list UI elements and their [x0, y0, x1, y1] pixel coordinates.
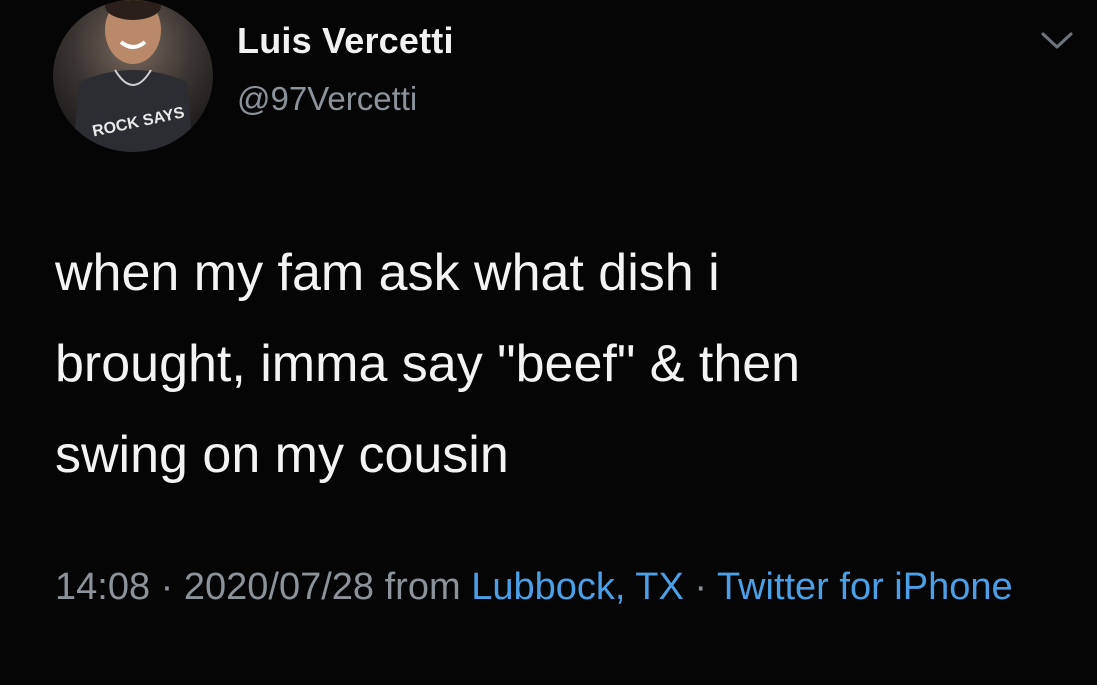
- user-handle[interactable]: @97Vercetti: [237, 80, 417, 118]
- tweet-text: when my fam ask what dish i brought, imm…: [55, 244, 801, 484]
- meta-separator-2: ·: [683, 566, 717, 608]
- tweet-time[interactable]: 14:08: [55, 566, 150, 608]
- location-link[interactable]: Lubbock, TX: [471, 566, 684, 608]
- source-link[interactable]: Twitter for iPhone: [717, 566, 1013, 608]
- display-name[interactable]: Luis Vercetti: [237, 20, 454, 62]
- avatar[interactable]: ROCK SAYS: [53, 0, 213, 152]
- chevron-down-icon[interactable]: [1040, 30, 1074, 52]
- meta-separator: ·: [150, 566, 184, 608]
- tweet-card: ROCK SAYS Luis Vercetti @97Vercetti when…: [0, 0, 1097, 685]
- tweet-date[interactable]: 2020/07/28: [184, 566, 374, 608]
- avatar-image: ROCK SAYS: [73, 0, 193, 152]
- tweet-meta: 14:08 · 2020/07/28 from Lubbock, TX · Tw…: [55, 556, 1055, 618]
- from-label: from: [374, 566, 472, 608]
